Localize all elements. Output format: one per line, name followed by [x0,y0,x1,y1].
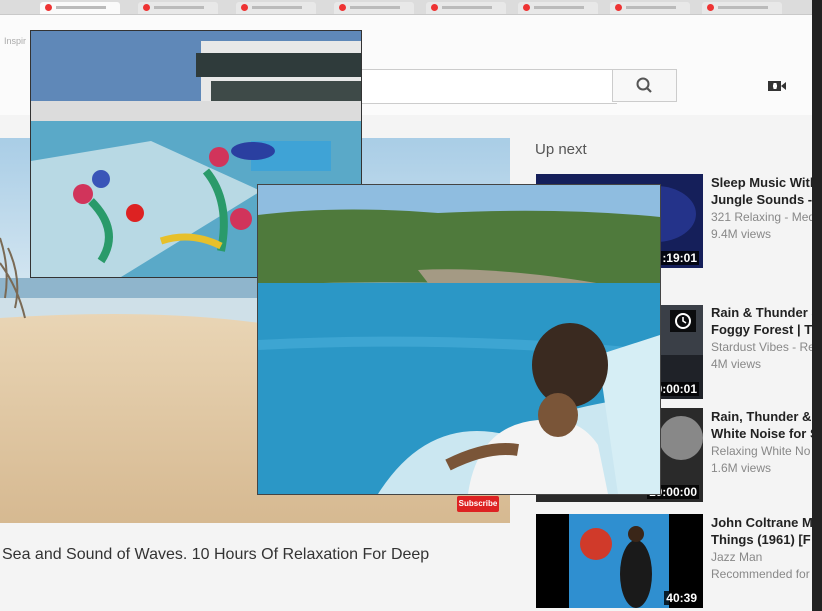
view-count: 1.6M views [711,461,772,475]
recommended-title[interactable]: Sleep Music With [711,174,821,191]
browser-tab[interactable] [518,2,598,14]
watch-later-button[interactable] [670,310,696,332]
recommended-title[interactable]: John Coltrane M [711,514,821,531]
search-input[interactable] [358,69,617,104]
browser-tab-strip [0,0,822,15]
video-title: Sea and Sound of Waves. 10 Hours Of Rela… [2,546,430,563]
browser-tab[interactable] [138,2,218,14]
recommended-thumbnail[interactable]: 40:39 [536,514,703,608]
duration-badge: 40:39 [664,591,699,605]
browser-tab[interactable] [610,2,690,14]
recommended-item-info[interactable]: John Coltrane M Things (1961) [F Jazz Ma… [711,514,821,583]
channel-name[interactable]: Relaxing White No [711,443,821,460]
channel-name[interactable]: Jazz Man [711,549,821,566]
clock-icon [675,313,691,329]
header-hint-text: Inspir [4,36,27,46]
channel-name[interactable]: 321 Relaxing - Med [711,209,821,226]
recommended-title[interactable]: Rain, Thunder & C [711,408,821,425]
recommended-title[interactable]: Foggy Forest | Th [711,321,821,338]
subscribe-button[interactable]: Subscribe [457,496,499,512]
recommended-item-info[interactable]: Sleep Music With Jungle Sounds - 321 Rel… [711,174,821,243]
view-count: 9.4M views [711,227,772,241]
channel-name[interactable]: Stardust Vibes - Re [711,339,821,356]
search-icon [636,77,652,93]
browser-tab[interactable] [236,2,316,14]
recommended-title[interactable]: Jungle Sounds - [711,191,821,208]
browser-tab[interactable] [40,2,120,14]
recommended-title[interactable]: Rain & Thunder S [711,304,821,321]
window-edge [812,0,822,611]
recommended-item-info[interactable]: Rain & Thunder S Foggy Forest | Th Stard… [711,304,821,373]
create-video-icon[interactable] [766,77,788,95]
view-count: 4M views [711,357,762,371]
search-button[interactable] [612,69,677,102]
view-count: Recommended for [711,567,810,581]
browser-tab[interactable] [702,2,782,14]
recommended-item-info[interactable]: Rain, Thunder & C White Noise for S Rela… [711,408,821,477]
recommended-title[interactable]: Things (1961) [F [711,531,821,548]
browser-tab[interactable] [334,2,414,14]
up-next-heading: Up next [535,141,587,158]
overlay-video-boat-sea [257,184,661,495]
browser-tab[interactable] [426,2,506,14]
boat-sea-image [258,185,660,494]
duration-badge: :19:01 [660,251,699,265]
recommended-title[interactable]: White Noise for S [711,425,821,442]
